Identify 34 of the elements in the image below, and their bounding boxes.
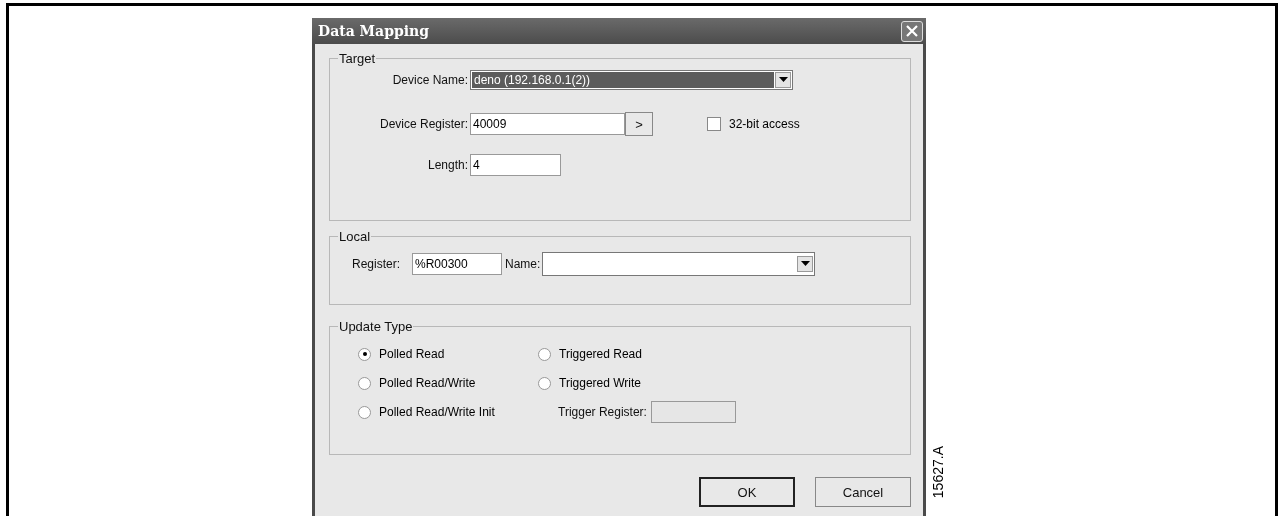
field-label: Trigger Register: — [558, 405, 647, 419]
group-title: Update Type — [338, 319, 414, 334]
dialog-button[interactable]: OK — [699, 477, 795, 507]
dialog-button[interactable]: Cancel — [815, 477, 911, 507]
input-field[interactable]: 4 — [470, 153, 561, 176]
field-label: Name: — [505, 256, 541, 271]
radio-label: Triggered Write — [559, 376, 642, 390]
radio-label: Triggered Read — [559, 347, 642, 361]
radio-button[interactable] — [538, 347, 551, 361]
checkbox[interactable] — [707, 117, 721, 131]
radio-label: Polled Read — [379, 347, 445, 361]
radio-label: Polled Read/Write Init — [379, 405, 495, 419]
name-dropdown[interactable] — [542, 251, 816, 276]
field-label: Length: — [426, 157, 469, 172]
radio-button[interactable] — [358, 347, 371, 361]
radio-button[interactable] — [358, 405, 371, 419]
device-name-dropdown[interactable]: deno (192.168.0.1(2)) — [470, 69, 793, 90]
checkbox-label: 32-bit access — [729, 117, 800, 131]
window-title: Data Mapping — [318, 23, 430, 39]
browse-button[interactable]: > — [625, 112, 653, 136]
close-button[interactable] — [901, 20, 923, 42]
group-title: Target — [338, 51, 377, 66]
radio-button[interactable] — [538, 376, 551, 390]
field-label: Device Name: — [391, 72, 469, 87]
figure-label: 15627.A — [930, 446, 946, 499]
field-label: Register: — [350, 256, 401, 271]
close-icon — [905, 24, 919, 38]
dropdown-value: deno (192.168.0.1(2)) — [472, 71, 774, 88]
field-label: Device Register: — [378, 117, 469, 131]
radio-button[interactable] — [358, 376, 371, 390]
input-field[interactable]: %R00300 — [412, 252, 502, 275]
input-field[interactable]: 40009 — [470, 113, 625, 135]
radio-label: Polled Read/Write — [379, 376, 476, 390]
group-title: Local — [338, 229, 372, 244]
